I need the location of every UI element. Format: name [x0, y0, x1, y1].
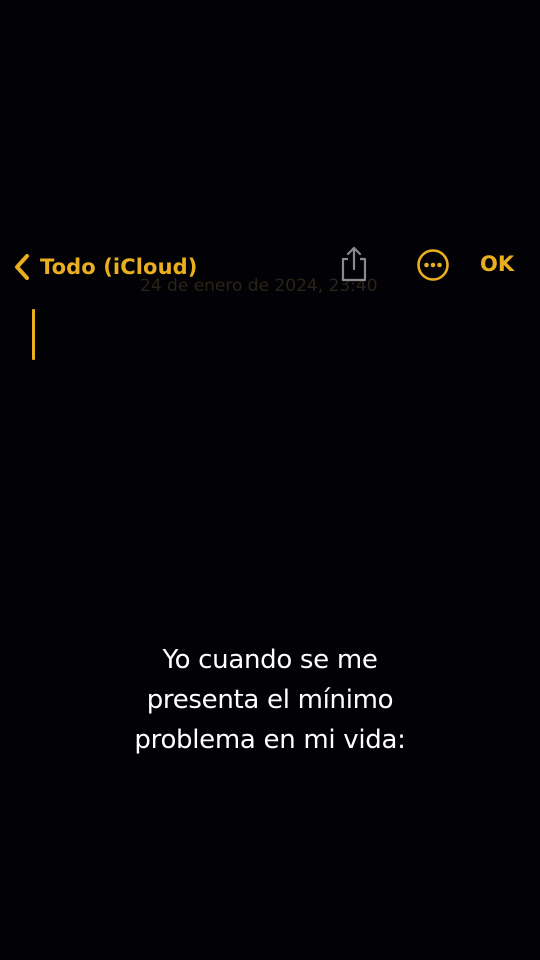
share-button[interactable]	[336, 246, 372, 286]
caption-line: presenta el mínimo	[146, 685, 394, 715]
done-button[interactable]: OK	[480, 252, 514, 276]
back-button[interactable]: Todo (iCloud)	[8, 248, 197, 286]
caption-line: problema en mi vida:	[134, 725, 406, 755]
video-caption: Yo cuando se me presenta el mínimo probl…	[0, 640, 540, 760]
back-button-label: Todo (iCloud)	[40, 255, 198, 279]
text-cursor[interactable]	[32, 309, 35, 360]
notes-screen: 24 de enero de 2024, 23:40 Todo (iCloud)	[0, 0, 540, 960]
caption-line: Yo cuando se me	[162, 645, 378, 675]
more-options-button[interactable]	[414, 248, 452, 286]
share-icon	[339, 245, 369, 287]
navigation-bar: 24 de enero de 2024, 23:40 Todo (iCloud)	[0, 244, 540, 296]
chevron-left-icon	[8, 248, 36, 286]
ellipsis-circle-icon	[416, 248, 450, 286]
